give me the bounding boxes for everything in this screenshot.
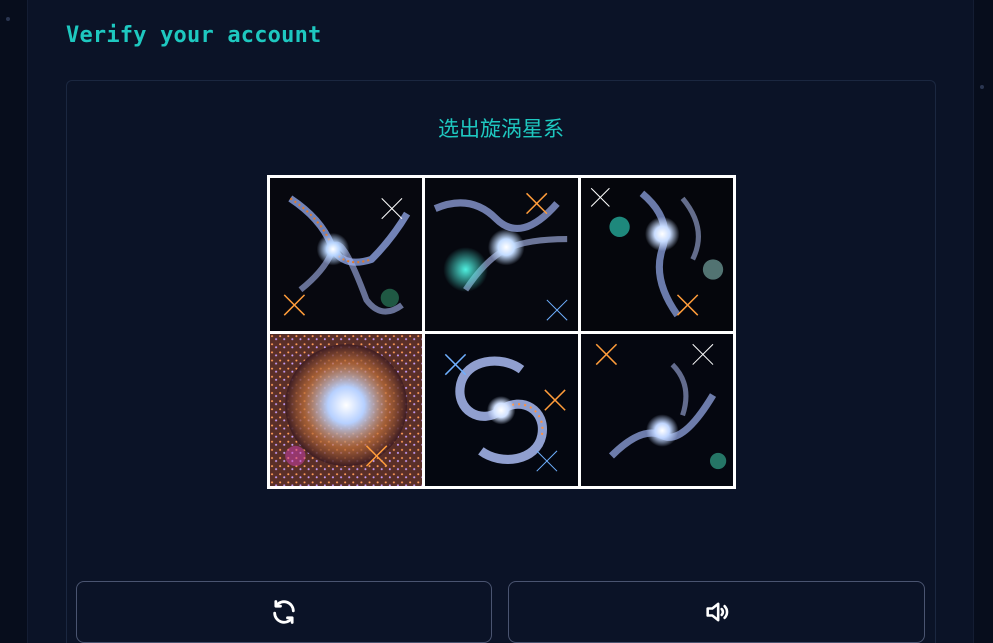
refresh-icon [273,600,295,624]
captcha-image-grid [267,175,736,489]
galaxy-image [425,333,578,486]
captcha-tile-1[interactable] [270,178,423,331]
captcha-tile-2[interactable] [425,178,578,331]
captcha-tile-6[interactable] [580,333,733,486]
left-scroll-gutter [0,0,28,643]
verification-panel: Verify your account 选出旋涡星系 [28,0,973,643]
captcha-tile-5[interactable] [425,333,578,486]
captcha-tile-4[interactable] [270,333,423,486]
galaxy-image [580,333,733,486]
page: Verify your account 选出旋涡星系 [0,0,993,643]
audio-challenge-button[interactable] [508,581,925,643]
captcha-prompt: 选出旋涡星系 [438,117,564,141]
captcha-tile-3[interactable] [580,178,733,331]
right-scroll-gutter [973,0,993,643]
page-title: Verify your account [66,23,322,48]
galaxy-image [270,178,423,331]
galaxy-image [425,178,578,331]
speaker-icon [705,602,728,622]
galaxy-image [270,333,423,486]
captcha-card: 选出旋涡星系 [66,80,936,643]
galaxy-image [580,178,733,331]
refresh-button[interactable] [76,581,492,643]
